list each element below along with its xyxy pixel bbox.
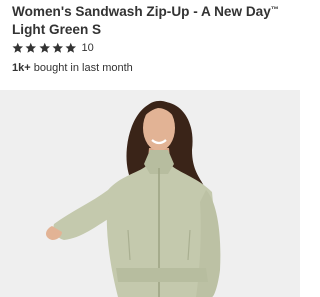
rating-row[interactable]: 10 (12, 40, 94, 56)
star-icon (25, 42, 37, 53)
star-icon (52, 42, 63, 53)
product-photo-icon (46, 100, 221, 297)
purchase-text: bought in last month (33, 62, 133, 74)
product-image[interactable] (0, 90, 300, 297)
jacket-hem (116, 268, 208, 282)
review-count[interactable]: 10 (81, 42, 93, 54)
purchase-count: 1k+ (12, 62, 31, 74)
product-title-line1: Women's Sandwash Zip-Up - A New Day (12, 4, 271, 19)
star-icon (39, 42, 50, 53)
trademark-symbol: ™ (270, 5, 279, 14)
star-icon (12, 42, 24, 53)
star-icon (65, 42, 77, 53)
product-variant: Light Green S (12, 22, 102, 37)
purchase-info: 1k+ bought in last month (12, 62, 133, 74)
product-title: Women's Sandwash Zip-Up - A New Day™ Lig… (12, 1, 297, 39)
